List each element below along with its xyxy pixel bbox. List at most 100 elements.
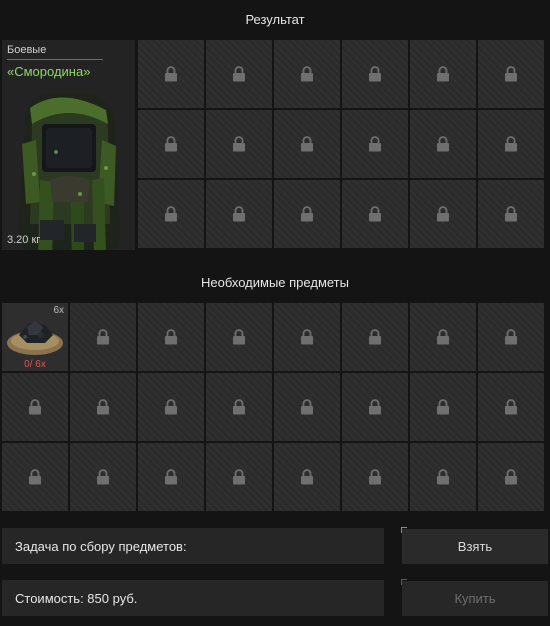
locked-slot: [138, 303, 204, 371]
lock-icon: [437, 329, 449, 345]
buy-button[interactable]: Купить: [401, 579, 548, 616]
lock-icon: [233, 66, 245, 82]
lock-icon: [97, 329, 109, 345]
locked-slot: [138, 110, 204, 178]
lock-icon: [437, 399, 449, 415]
task-panel: Задача по сбору предметов:: [2, 528, 384, 564]
locked-slot: [206, 443, 272, 511]
result-title: Результат: [245, 12, 305, 27]
lock-icon: [437, 66, 449, 82]
locked-slot: [70, 373, 136, 441]
locked-slot: [138, 40, 204, 108]
locked-slot: [410, 40, 476, 108]
lock-icon: [29, 469, 41, 485]
locked-slot: [478, 303, 544, 371]
locked-slot: [274, 180, 340, 248]
locked-slot: [478, 443, 544, 511]
locked-slot: [138, 373, 204, 441]
result-item-card[interactable]: Боевые «Смородина» 3.20 кг: [2, 40, 135, 250]
required-slots-grid: 6x 0/ 6x: [2, 303, 544, 511]
locked-slot: [410, 443, 476, 511]
lock-icon: [97, 399, 109, 415]
locked-slot: [70, 443, 136, 511]
cost-label: Стоимость: 850 руб.: [15, 590, 138, 606]
lock-icon: [165, 66, 177, 82]
task-label: Задача по сбору предметов:: [15, 538, 187, 554]
locked-slot: [342, 40, 408, 108]
locked-slot: [2, 443, 68, 511]
button-corner: [401, 527, 407, 533]
lock-icon: [233, 136, 245, 152]
item-category: Боевые: [7, 44, 47, 56]
lock-icon: [301, 66, 313, 82]
locked-slot: [274, 110, 340, 178]
lock-icon: [233, 329, 245, 345]
lock-icon: [97, 469, 109, 485]
lock-icon: [301, 469, 313, 485]
locked-slot: [70, 303, 136, 371]
lock-icon: [301, 399, 313, 415]
lock-icon: [301, 329, 313, 345]
required-item-count: 6x: [53, 305, 64, 316]
locked-slot: [206, 303, 272, 371]
locked-slot: [138, 443, 204, 511]
lock-icon: [233, 469, 245, 485]
locked-slot: [478, 110, 544, 178]
locked-slot: [206, 110, 272, 178]
lock-icon: [437, 469, 449, 485]
locked-slot: [478, 180, 544, 248]
lock-icon: [233, 399, 245, 415]
locked-slot: [410, 110, 476, 178]
lock-icon: [369, 329, 381, 345]
locked-slot: [342, 110, 408, 178]
lock-icon: [505, 66, 517, 82]
locked-slot: [410, 373, 476, 441]
take-button[interactable]: Взять: [401, 527, 548, 564]
lock-icon: [165, 206, 177, 222]
locked-slot: [410, 180, 476, 248]
locked-slot: [342, 373, 408, 441]
lock-icon: [505, 329, 517, 345]
buy-button-label: Купить: [454, 591, 496, 606]
lock-icon: [165, 469, 177, 485]
locked-slot: [274, 443, 340, 511]
locked-slot: [342, 303, 408, 371]
cost-panel: Стоимость: 850 руб.: [2, 580, 384, 616]
locked-slot: [478, 373, 544, 441]
item-divider: [7, 59, 103, 60]
locked-slot: [206, 373, 272, 441]
locked-slot: [2, 373, 68, 441]
result-slots-grid: [138, 40, 544, 248]
lock-icon: [165, 329, 177, 345]
lock-icon: [437, 206, 449, 222]
lock-icon: [233, 206, 245, 222]
item-weight: 3.20 кг: [7, 234, 41, 246]
required-title: Необходимые предметы: [201, 275, 349, 290]
locked-slot: [274, 303, 340, 371]
lock-icon: [29, 399, 41, 415]
lock-icon: [165, 399, 177, 415]
item-pile-image: [7, 321, 63, 355]
locked-slot: [274, 40, 340, 108]
button-corner: [401, 579, 407, 585]
lock-icon: [369, 66, 381, 82]
lock-icon: [301, 206, 313, 222]
lock-icon: [369, 206, 381, 222]
locked-slot: [206, 180, 272, 248]
locked-slot: [342, 443, 408, 511]
take-button-label: Взять: [457, 539, 493, 554]
lock-icon: [505, 469, 517, 485]
lock-icon: [437, 136, 449, 152]
locked-slot: [478, 40, 544, 108]
lock-icon: [165, 136, 177, 152]
locked-slot: [342, 180, 408, 248]
lock-icon: [505, 206, 517, 222]
required-item-progress: 0/ 6x: [24, 359, 46, 370]
required-item-slot[interactable]: 6x 0/ 6x: [2, 303, 68, 371]
locked-slot: [206, 40, 272, 108]
locked-slot: [274, 373, 340, 441]
locked-slot: [410, 303, 476, 371]
lock-icon: [301, 136, 313, 152]
item-name: «Смородина»: [7, 64, 91, 79]
lock-icon: [369, 136, 381, 152]
